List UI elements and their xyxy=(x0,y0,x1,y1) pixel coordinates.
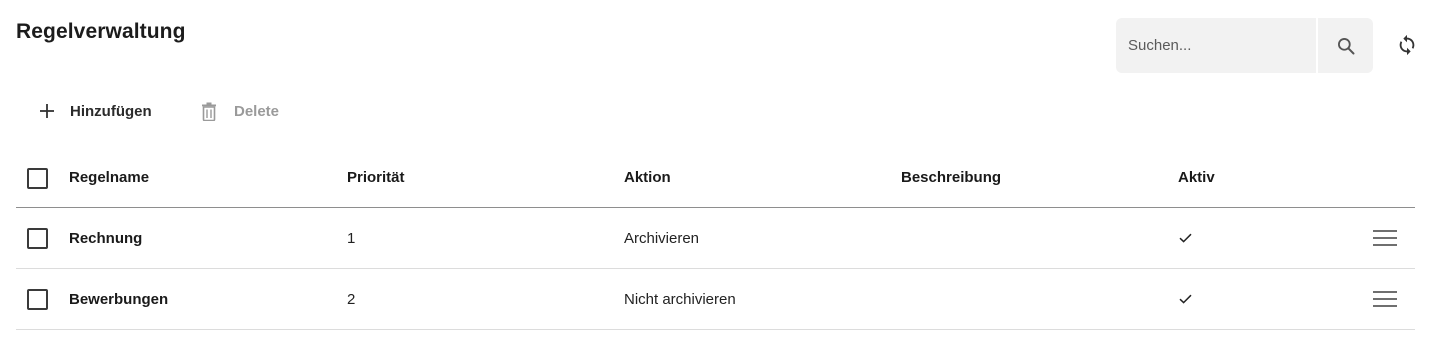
select-all-checkbox[interactable] xyxy=(27,167,48,189)
add-button-label: Hinzufügen xyxy=(70,102,152,120)
page-title: Regelverwaltung xyxy=(16,20,186,43)
rule-action: Archivieren xyxy=(624,229,700,247)
delete-button-label: Delete xyxy=(234,102,280,120)
row-checkbox[interactable] xyxy=(27,228,48,249)
checkmark-icon xyxy=(1179,208,1192,268)
rule-priority: 2 xyxy=(347,290,356,308)
rule-priority: 1 xyxy=(347,229,356,247)
column-header-aktiv[interactable]: Aktiv xyxy=(1178,148,1215,207)
add-button[interactable]: Hinzufügen xyxy=(38,96,152,126)
plus-icon xyxy=(40,104,54,118)
drag-handle-icon[interactable] xyxy=(1373,291,1397,307)
column-header-prioritaet[interactable]: Priorität xyxy=(347,148,405,207)
delete-button[interactable]: Delete xyxy=(201,96,279,126)
checkmark-icon xyxy=(1179,269,1192,329)
drag-handle-icon[interactable] xyxy=(1373,230,1397,246)
table-row[interactable]: Rechnung 1 Archivieren xyxy=(16,208,1415,269)
rule-name: Bewerbungen xyxy=(69,290,169,308)
rule-name: Rechnung xyxy=(69,229,143,247)
table-row[interactable]: Bewerbungen 2 Nicht archivieren xyxy=(16,269,1415,330)
search-input[interactable] xyxy=(1116,18,1316,73)
refresh-icon xyxy=(1399,34,1415,56)
search-box xyxy=(1116,18,1373,73)
row-checkbox[interactable] xyxy=(27,289,48,310)
column-header-aktion[interactable]: Aktion xyxy=(624,148,671,207)
search-button[interactable] xyxy=(1318,18,1373,73)
search-icon xyxy=(1337,37,1354,54)
rules-table: Regelname Priorität Aktion Beschreibung … xyxy=(16,148,1415,330)
column-header-beschreibung[interactable]: Beschreibung xyxy=(901,148,1001,207)
rule-action: Nicht archivieren xyxy=(624,290,736,308)
trash-icon xyxy=(202,102,216,121)
table-header-row: Regelname Priorität Aktion Beschreibung … xyxy=(16,148,1415,208)
column-header-regelname[interactable]: Regelname xyxy=(69,148,149,207)
refresh-button[interactable] xyxy=(1394,32,1420,58)
